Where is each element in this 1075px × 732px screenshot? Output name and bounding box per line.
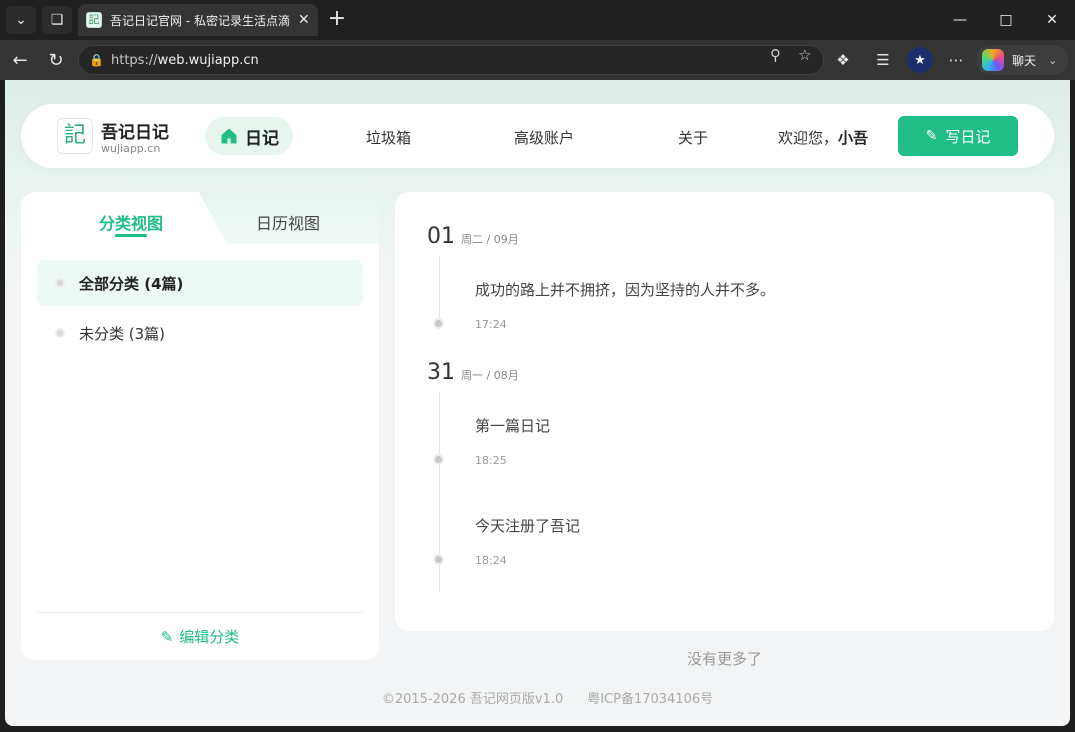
entry-time: 17:24 <box>475 318 507 331</box>
write-diary-button[interactable]: ✎ 写日记 <box>898 116 1018 156</box>
home-icon <box>221 128 237 144</box>
profile-avatar[interactable]: ★ <box>907 47 933 73</box>
category-item-all[interactable]: 全部分类 (4篇) <box>37 260 363 306</box>
tab-category-view[interactable]: 分类视图 <box>21 210 241 234</box>
icp-link[interactable]: 粤ICP备17034106号 <box>587 688 713 707</box>
browser-tab[interactable]: 記 吾记日记官网 - 私密记录生活点滴 ✕ <box>78 4 318 36</box>
write-diary-label: 写日记 <box>945 127 991 146</box>
more-menu-icon[interactable]: ⋯ <box>942 46 970 74</box>
category-label: 全部分类 (4篇) <box>79 274 184 293</box>
welcome-text: 欢迎您，小吾 <box>778 127 868 148</box>
entry-text[interactable]: 第一篇日记 <box>475 415 550 436</box>
workspaces-icon[interactable]: ❏ <box>42 6 72 34</box>
browser-address-bar: ← ↻ 🔒 https://web.wujiapp.cn ⚲ ☆ ❖ ☰ ★ ⋯… <box>0 40 1075 80</box>
page-viewport: 記 吾记日记 wujiapp.cn 日记 垃圾箱 高级账户 关于 欢迎您，小吾 … <box>5 80 1070 726</box>
url-prefix: https:// <box>111 52 158 68</box>
brand-domain: wujiapp.cn <box>101 142 161 155</box>
bullet-dot-icon <box>55 278 65 288</box>
pen-icon: ✎ <box>925 128 938 144</box>
key-icon[interactable]: ⚲ <box>770 46 781 64</box>
timeline-dot-icon <box>433 318 444 329</box>
nav-about[interactable]: 关于 <box>678 127 708 148</box>
welcome-prefix: 欢迎您， <box>778 129 839 147</box>
category-item-uncategorized[interactable]: 未分类 (3篇) <box>37 310 363 356</box>
site-logo[interactable]: 記 <box>57 118 93 154</box>
tab-title: 吾记日记官网 - 私密记录生活点滴 <box>110 13 290 28</box>
edit-icon: ✎ <box>160 628 174 646</box>
close-window-icon[interactable]: ✕ <box>1029 0 1075 40</box>
url-domain: web.wujiapp.cn <box>157 52 259 68</box>
copilot-icon <box>982 49 1004 71</box>
no-more-text: 没有更多了 <box>686 650 762 668</box>
date-header: 01 周二 / 09月 <box>427 224 519 249</box>
copilot-chat-button[interactable]: 聊天 ⌄ <box>976 45 1068 75</box>
bullet-dot-icon <box>55 328 65 338</box>
chevron-down-icon: ⌄ <box>1048 53 1058 67</box>
edit-category-label: 编辑分类 <box>179 628 240 646</box>
url-input[interactable]: 🔒 https://web.wujiapp.cn <box>78 45 824 75</box>
timeline-line <box>439 256 440 320</box>
tab-favicon: 記 <box>86 12 102 28</box>
active-tab-underline <box>115 234 147 237</box>
new-tab-icon[interactable]: + <box>326 6 348 34</box>
diary-timeline: 01 周二 / 09月 成功的路上并不拥挤，因为坚持的人并不多。 17:24 3… <box>395 192 1054 631</box>
browser-tab-bar: ⌄ ❏ 記 吾记日记官网 - 私密记录生活点滴 ✕ + — □ ✕ <box>0 0 1075 40</box>
tab-list-chevron-icon[interactable]: ⌄ <box>6 6 36 34</box>
site-header: 記 吾记日记 wujiapp.cn 日记 垃圾箱 高级账户 关于 欢迎您，小吾 … <box>21 104 1054 168</box>
entry-text[interactable]: 今天注册了吾记 <box>475 515 580 536</box>
timeline-dot-icon <box>433 454 444 465</box>
tab-calendar-view[interactable]: 日历视图 <box>217 210 359 234</box>
page-footer: ©2015-2026 吾记网页版v1.0 粤ICP备17034106号 <box>5 688 1070 707</box>
username[interactable]: 小吾 <box>838 129 868 147</box>
date-day: 01 <box>427 224 455 249</box>
entry-time: 18:24 <box>475 554 507 567</box>
back-icon[interactable]: ← <box>6 46 34 74</box>
nav-diary-label: 日记 <box>245 128 279 149</box>
divider <box>37 612 363 613</box>
date-header: 31 周一 / 08月 <box>427 360 519 385</box>
nav-premium[interactable]: 高级账户 <box>514 127 574 148</box>
nav-trash[interactable]: 垃圾箱 <box>366 127 411 148</box>
date-meta: 周一 / 08月 <box>461 369 519 382</box>
edit-category-button[interactable]: ✎ 编辑分类 <box>21 626 379 647</box>
refresh-icon[interactable]: ↻ <box>42 46 70 74</box>
favorites-list-icon[interactable]: ☰ <box>869 46 897 74</box>
brand-name[interactable]: 吾记日记 <box>101 118 169 143</box>
nav-diary[interactable]: 日记 <box>205 117 293 155</box>
date-meta: 周二 / 09月 <box>461 233 519 246</box>
copyright-text: ©2015-2026 吾记网页版v1.0 <box>381 692 564 707</box>
maximize-icon[interactable]: □ <box>983 0 1029 40</box>
timeline-dot-icon <box>433 554 444 565</box>
category-label: 未分类 (3篇) <box>79 324 166 343</box>
extensions-icon[interactable]: ❖ <box>829 46 857 74</box>
date-day: 31 <box>427 360 455 385</box>
entry-time: 18:25 <box>475 454 507 467</box>
tab-close-icon[interactable]: ✕ <box>298 12 310 28</box>
minimize-icon[interactable]: — <box>937 0 983 40</box>
favorite-star-icon[interactable]: ☆ <box>798 46 811 64</box>
entry-text[interactable]: 成功的路上并不拥挤，因为坚持的人并不多。 <box>475 279 775 300</box>
lock-icon: 🔒 <box>89 53 104 67</box>
copilot-label: 聊天 <box>1012 53 1037 68</box>
category-sidebar: 分类视图 日历视图 全部分类 (4篇) 未分类 (3篇) ✎ 编辑分类 <box>21 192 379 660</box>
